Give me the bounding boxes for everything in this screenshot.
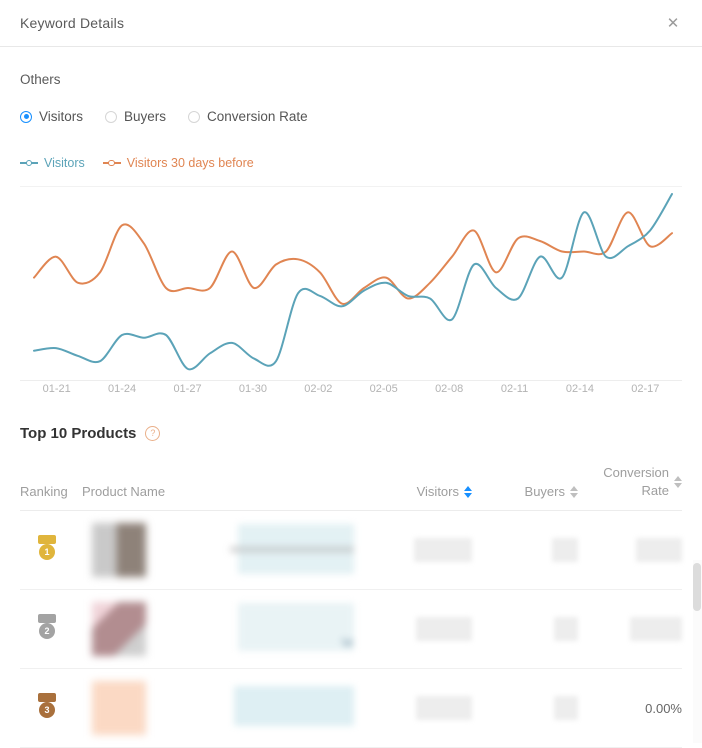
- table-row[interactable]: 2 วงเทา...: [20, 590, 682, 669]
- radio-dot-icon: [20, 111, 32, 123]
- visitors-line-chart[interactable]: 01-2101-2401-2701-3002-0202-0502-0802-11…: [20, 186, 682, 401]
- line-circle-marker-icon: [103, 158, 121, 168]
- series-line-visitors-30-days-before: [34, 212, 672, 304]
- chart-canvas: [20, 186, 682, 381]
- sort-arrows-buyers-icon[interactable]: [570, 486, 578, 498]
- x-axis-tick: 01-24: [89, 383, 154, 395]
- top-products-title: Top 10 Products: [20, 425, 136, 442]
- cell-conversion-rate: 0.00%: [578, 701, 682, 716]
- x-axis-tick: 02-14: [547, 383, 612, 395]
- close-icon[interactable]: ✕: [662, 12, 684, 34]
- page-title: Keyword Details: [20, 15, 124, 31]
- cell-visitors: [354, 538, 472, 562]
- series-line-visitors: [34, 194, 672, 369]
- radio-visitors[interactable]: Visitors: [20, 109, 83, 124]
- bronze-medal-icon: 3: [34, 693, 60, 723]
- cell-buyers: [472, 538, 578, 562]
- product-name-cell[interactable]: [168, 682, 354, 734]
- radio-conversion-rate[interactable]: Conversion Rate: [188, 109, 308, 124]
- metric-radio-group: Visitors Buyers Conversion Rate: [20, 109, 682, 124]
- column-header-visitors-label: Visitors: [417, 484, 459, 499]
- line-circle-marker-icon: [20, 158, 38, 168]
- cell-visitors: [354, 617, 472, 641]
- gold-medal-icon: 1: [34, 535, 60, 565]
- rank-number: 1: [39, 544, 55, 560]
- product-thumbnail[interactable]: [92, 523, 146, 577]
- silver-medal-icon: 2: [34, 614, 60, 644]
- product-thumbnail[interactable]: [92, 602, 146, 656]
- panel-body: Others Visitors Buyers Conversion Rate V…: [0, 72, 702, 748]
- cell-buyers: [472, 696, 578, 720]
- x-axis-tick: 01-30: [220, 383, 285, 395]
- table-row[interactable]: 1 ใบผู้: [20, 511, 682, 590]
- panel-header: Keyword Details ✕: [0, 0, 702, 47]
- radio-conversion-rate-label: Conversion Rate: [207, 109, 308, 124]
- chart-legend: Visitors Visitors 30 days before: [20, 156, 682, 170]
- rank-number: 2: [39, 623, 55, 639]
- column-header-visitors[interactable]: Visitors: [354, 484, 472, 499]
- column-header-buyers-label: Buyers: [525, 484, 565, 499]
- product-name-text: วงเทา...: [340, 633, 354, 655]
- table-row[interactable]: 3 0.00%: [20, 669, 682, 748]
- cell-conversion-rate: [578, 617, 682, 641]
- cell-visitors: [354, 696, 472, 720]
- radio-buyers[interactable]: Buyers: [105, 109, 166, 124]
- x-axis-tick: 01-27: [155, 383, 220, 395]
- cell-buyers: [472, 617, 578, 641]
- question-circle-icon[interactable]: ?: [145, 426, 160, 441]
- legend-label: Visitors 30 days before: [127, 156, 254, 170]
- column-header-conversion-rate[interactable]: Conversion Rate: [578, 464, 682, 499]
- radio-visitors-label: Visitors: [39, 109, 83, 124]
- chart-x-axis: 01-2101-2401-2701-3002-0202-0502-0802-11…: [20, 383, 682, 395]
- column-header-conversion-rate-label: Conversion Rate: [578, 464, 669, 499]
- x-axis-tick: 02-05: [351, 383, 416, 395]
- x-axis-tick: 02-17: [613, 383, 678, 395]
- x-axis-tick: 02-02: [286, 383, 351, 395]
- table-header-row: Ranking Product Name Visitors Buyers Con…: [20, 464, 682, 511]
- column-header-product-name: Product Name: [82, 484, 354, 499]
- legend-item-visitors-30-days-before[interactable]: Visitors 30 days before: [103, 156, 254, 170]
- cell-conversion-rate: [578, 538, 682, 562]
- product-thumbnail[interactable]: [92, 681, 146, 735]
- column-header-ranking: Ranking: [20, 484, 82, 499]
- column-header-buyers[interactable]: Buyers: [472, 484, 578, 499]
- radio-buyers-label: Buyers: [124, 109, 166, 124]
- x-axis-tick: 01-21: [24, 383, 89, 395]
- conversion-rate-value: 0.00%: [645, 701, 682, 716]
- x-axis-tick: 02-08: [416, 383, 481, 395]
- sort-arrows-conversion-rate-icon[interactable]: [674, 476, 682, 488]
- product-name-cell[interactable]: ใบผู้: [168, 524, 354, 576]
- legend-label: Visitors: [44, 156, 85, 170]
- rank-number: 3: [39, 702, 55, 718]
- legend-item-visitors[interactable]: Visitors: [20, 156, 85, 170]
- top-products-header: Top 10 Products ?: [20, 425, 682, 442]
- sort-arrows-visitors-icon[interactable]: [464, 486, 472, 498]
- top-products-table: Ranking Product Name Visitors Buyers Con…: [20, 464, 682, 748]
- product-name-cell[interactable]: วงเทา...: [168, 603, 354, 655]
- radio-dot-icon: [188, 111, 200, 123]
- radio-dot-icon: [105, 111, 117, 123]
- section-label: Others: [20, 72, 682, 87]
- vertical-scrollbar-thumb[interactable]: [693, 563, 701, 611]
- x-axis-tick: 02-11: [482, 383, 547, 395]
